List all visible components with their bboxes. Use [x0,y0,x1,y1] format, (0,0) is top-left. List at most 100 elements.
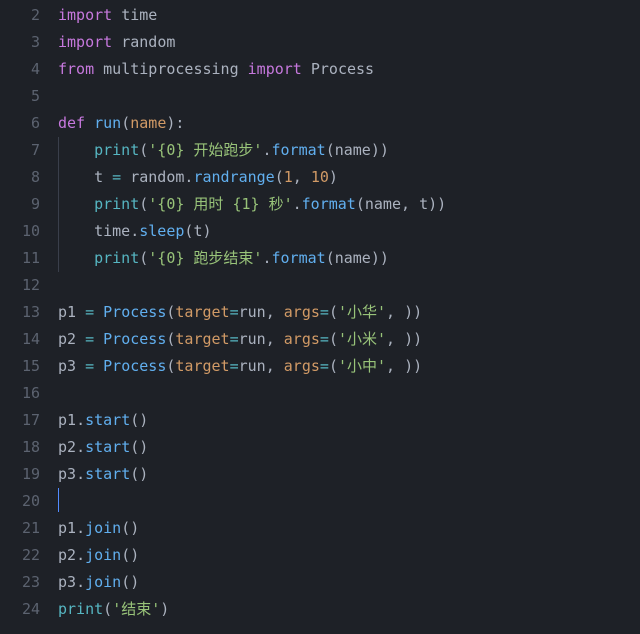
parameter: name [130,114,166,132]
number: 10 [311,168,329,186]
string: '小华' [338,303,386,321]
method: format [272,249,326,267]
variable: p3 [58,357,76,375]
variable: p1 [58,519,76,537]
string: '小中' [338,357,386,375]
code-line[interactable]: p2 = Process(target=run, args=('小米', )) [58,326,446,353]
number: 1 [284,168,293,186]
class: Process [103,330,166,348]
method: randrange [193,168,274,186]
code-area[interactable]: import time import random from multiproc… [58,0,446,634]
module: random [130,168,184,186]
line-number-gutter: 2 3 4 5 6 7 8 9 10 11 12 13 14 15 16 17 … [0,0,58,634]
keyword: import [58,6,112,24]
keyword: from [58,60,94,78]
line-number: 14 [0,326,40,353]
line-number: 12 [0,272,40,299]
kwarg: target [175,357,229,375]
code-line[interactable]: def run(name): [58,110,446,137]
kwarg: target [175,330,229,348]
code-line[interactable] [58,272,446,299]
line-number: 6 [0,110,40,137]
variable: p1 [58,303,76,321]
line-number: 15 [0,353,40,380]
code-line[interactable] [58,83,446,110]
line-number: 2 [0,2,40,29]
code-line[interactable]: t = random.randrange(1, 10) [58,164,446,191]
code-line[interactable]: p3.join() [58,569,446,596]
code-line[interactable] [58,488,446,515]
code-line[interactable]: p2.start() [58,434,446,461]
code-line[interactable]: time.sleep(t) [58,218,446,245]
line-number: 7 [0,137,40,164]
variable: p2 [58,438,76,456]
method: format [302,195,356,213]
code-line[interactable]: p3.start() [58,461,446,488]
code-line[interactable] [58,380,446,407]
code-line[interactable]: print('结束') [58,596,446,623]
arg: name [365,195,401,213]
code-line[interactable]: import time [58,2,446,29]
arg: name [335,249,371,267]
code-line[interactable]: p1 = Process(target=run, args=('小华', )) [58,299,446,326]
line-number: 22 [0,542,40,569]
line-number: 23 [0,569,40,596]
line-number: 10 [0,218,40,245]
string: '{0} 用时 {1} 秒' [148,195,292,213]
code-line[interactable]: print('{0} 跑步结束'.format(name)) [58,245,446,272]
module: random [121,33,175,51]
module: time [121,6,157,24]
arg: run [239,330,266,348]
line-number: 24 [0,596,40,623]
module: time [94,222,130,240]
code-line[interactable]: from multiprocessing import Process [58,56,446,83]
code-line[interactable]: p1.start() [58,407,446,434]
line-number: 17 [0,407,40,434]
builtin-fn: print [94,249,139,267]
code-line[interactable]: p1.join() [58,515,446,542]
keyword: def [58,114,85,132]
variable: p3 [58,465,76,483]
code-editor[interactable]: 2 3 4 5 6 7 8 9 10 11 12 13 14 15 16 17 … [0,0,640,634]
kwarg: target [175,303,229,321]
builtin-fn: print [94,195,139,213]
code-line[interactable]: import random [58,29,446,56]
line-number: 20 [0,488,40,515]
arg: run [239,357,266,375]
class: Process [311,60,374,78]
class: Process [103,303,166,321]
string: '{0} 开始跑步' [148,141,262,159]
builtin-fn: print [94,141,139,159]
method: start [85,465,130,483]
string: '{0} 跑步结束' [148,249,262,267]
method: join [85,573,121,591]
method: sleep [139,222,184,240]
method: join [85,546,121,564]
kwarg: args [284,330,320,348]
line-number: 11 [0,245,40,272]
method: start [85,438,130,456]
line-number: 13 [0,299,40,326]
string: '小米' [338,330,386,348]
kwarg: args [284,303,320,321]
line-number: 19 [0,461,40,488]
text-cursor [58,488,59,512]
keyword: import [58,33,112,51]
line-number: 16 [0,380,40,407]
code-line[interactable]: print('{0} 用时 {1} 秒'.format(name, t)) [58,191,446,218]
variable: p1 [58,411,76,429]
line-number: 21 [0,515,40,542]
code-line[interactable]: print('{0} 开始跑步'.format(name)) [58,137,446,164]
method: start [85,411,130,429]
variable: p2 [58,330,76,348]
string: '结束' [112,600,160,618]
code-line[interactable]: p3 = Process(target=run, args=('小中', )) [58,353,446,380]
kwarg: args [284,357,320,375]
method: format [272,141,326,159]
variable: p3 [58,573,76,591]
class: Process [103,357,166,375]
line-number: 4 [0,56,40,83]
code-line[interactable]: p2.join() [58,542,446,569]
method: join [85,519,121,537]
line-number: 3 [0,29,40,56]
